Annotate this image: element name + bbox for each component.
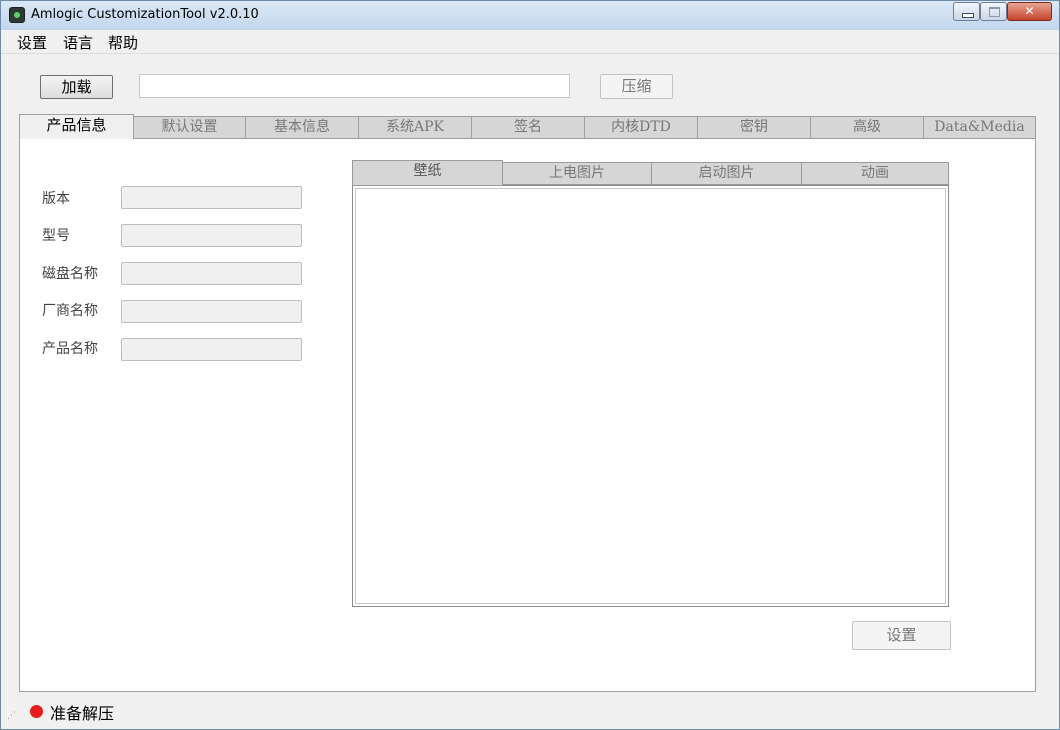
app-window: Amlogic CustomizationTool v2.0.10 ✕ 设置 语… bbox=[0, 0, 1060, 730]
product-name-field[interactable] bbox=[121, 338, 302, 361]
tab-data-media[interactable]: Data&Media bbox=[923, 116, 1036, 138]
title-bar[interactable]: Amlogic CustomizationTool v2.0.10 ✕ bbox=[1, 1, 1059, 30]
load-button[interactable]: 加载 bbox=[40, 75, 113, 99]
tab-signature[interactable]: 签名 bbox=[471, 116, 585, 138]
status-dot-icon bbox=[30, 705, 43, 718]
menu-language[interactable]: 语言 bbox=[63, 32, 93, 53]
tab-product-info[interactable]: 产品信息 bbox=[19, 114, 134, 139]
image-preview-area bbox=[355, 188, 946, 604]
app-icon[interactable] bbox=[9, 7, 25, 23]
file-path-field[interactable] bbox=[139, 74, 570, 98]
status-text: 准备解压 bbox=[50, 704, 115, 723]
model-field[interactable] bbox=[121, 224, 302, 247]
compress-button[interactable]: 压缩 bbox=[600, 74, 673, 99]
vendor-name-label: 厂商名称 bbox=[42, 303, 98, 319]
client-area: 加载 压缩 产品信息 默认设置 基本信息 系统APK 签名 内核DTD 密钥 高… bbox=[1, 54, 1059, 729]
menu-settings[interactable]: 设置 bbox=[17, 32, 47, 53]
model-label: 型号 bbox=[42, 228, 70, 244]
minimize-icon bbox=[962, 13, 974, 18]
product-info-panel: 版本 型号 磁盘名称 厂商名称 产品名称 壁纸 上电图片 启动图片 动画 设置 bbox=[19, 138, 1036, 692]
product-name-label: 产品名称 bbox=[42, 341, 98, 357]
menu-help[interactable]: 帮助 bbox=[108, 32, 138, 53]
close-icon: ✕ bbox=[1024, 4, 1035, 18]
window-title: Amlogic CustomizationTool v2.0.10 bbox=[31, 7, 259, 22]
minimize-button[interactable] bbox=[953, 2, 980, 21]
version-field[interactable] bbox=[121, 186, 302, 209]
vendor-name-field[interactable] bbox=[121, 300, 302, 323]
disk-name-field[interactable] bbox=[121, 262, 302, 285]
disk-name-label: 磁盘名称 bbox=[42, 266, 98, 282]
maximize-button bbox=[980, 2, 1007, 21]
version-label: 版本 bbox=[42, 191, 70, 207]
subtab-animation[interactable]: 动画 bbox=[801, 162, 949, 185]
maximize-icon bbox=[989, 7, 1000, 17]
close-button[interactable]: ✕ bbox=[1007, 2, 1052, 21]
set-button[interactable]: 设置 bbox=[852, 621, 951, 650]
tab-kernel-dtd[interactable]: 内核DTD bbox=[584, 116, 698, 138]
resize-grip-icon[interactable]: ⋰ bbox=[7, 711, 16, 721]
tab-keys[interactable]: 密钥 bbox=[697, 116, 811, 138]
menu-bar: 设置 语言 帮助 bbox=[1, 30, 1059, 54]
subtab-poweron-image[interactable]: 上电图片 bbox=[502, 162, 652, 185]
image-preview-panel bbox=[352, 185, 949, 607]
tab-basic-info[interactable]: 基本信息 bbox=[245, 116, 359, 138]
tab-advanced[interactable]: 高级 bbox=[810, 116, 924, 138]
subtab-boot-image[interactable]: 启动图片 bbox=[651, 162, 802, 185]
tab-default-settings[interactable]: 默认设置 bbox=[133, 116, 246, 138]
subtab-wallpaper[interactable]: 壁纸 bbox=[352, 160, 503, 186]
tab-system-apk[interactable]: 系统APK bbox=[358, 116, 472, 138]
